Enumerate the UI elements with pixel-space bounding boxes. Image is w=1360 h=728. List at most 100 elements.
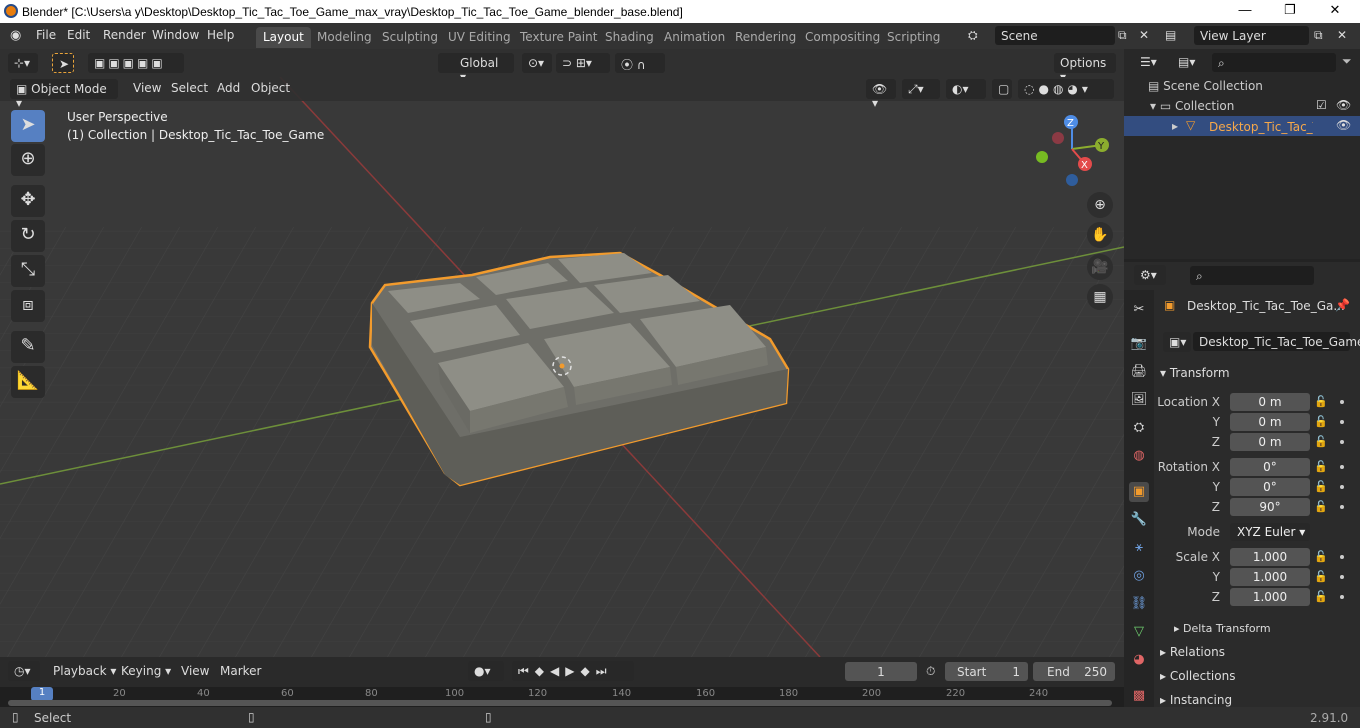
- overlay-toggle-icon[interactable]: ◐▾: [946, 79, 986, 99]
- scene-icon[interactable]: ⛭: [968, 28, 978, 43]
- lock-icon[interactable]: 🔓: [1314, 415, 1328, 428]
- timeline-keying-menu[interactable]: Keying ▾: [121, 664, 171, 678]
- keyframe-dot[interactable]: [1340, 465, 1344, 469]
- tab-compositing[interactable]: Compositing: [798, 27, 887, 48]
- object-row[interactable]: ▸ ▽ Desktop_Tic_Tac_Toe_Game 👁: [1124, 116, 1360, 136]
- move-tool-icon[interactable]: ✥: [11, 185, 45, 217]
- location-x-field[interactable]: 0 m: [1230, 393, 1310, 411]
- modifier-tab-icon[interactable]: 🔧: [1129, 510, 1149, 530]
- menu-file[interactable]: File: [36, 28, 56, 42]
- keyframe-dot[interactable]: [1340, 420, 1344, 424]
- tool-tab-icon[interactable]: ✂: [1129, 300, 1149, 320]
- object-mode-dropdown[interactable]: ▣ Object Mode ▾: [10, 79, 118, 110]
- lock-icon[interactable]: 🔓: [1314, 480, 1328, 493]
- tab-rendering[interactable]: Rendering: [728, 27, 803, 48]
- keyframe-dot[interactable]: [1340, 400, 1344, 404]
- timeline-playback-menu[interactable]: Playback ▾: [53, 664, 116, 678]
- delta-transform-header[interactable]: ▸ Delta Transform: [1168, 618, 1348, 640]
- tab-animation[interactable]: Animation: [657, 27, 732, 48]
- texture-tab-icon[interactable]: ▩: [1129, 686, 1149, 706]
- scene-field[interactable]: Scene: [995, 26, 1115, 45]
- viewport-menu-add[interactable]: Add: [217, 81, 240, 95]
- rotation-mode-dropdown[interactable]: XYZ Euler ▾: [1230, 523, 1310, 541]
- tab-sculpting[interactable]: Sculpting: [375, 27, 445, 48]
- remove-view-layer-icon[interactable]: ✕: [1337, 28, 1347, 42]
- scale-z-field[interactable]: 1.000: [1230, 588, 1310, 606]
- particles-tab-icon[interactable]: ⚹: [1129, 538, 1149, 558]
- snap-icon[interactable]: ⊃ ⊞▾: [556, 53, 610, 73]
- menu-help[interactable]: Help: [207, 28, 234, 42]
- lock-icon[interactable]: 🔓: [1314, 500, 1328, 513]
- pan-hand-icon[interactable]: ✋: [1087, 222, 1113, 248]
- constraints-tab-icon[interactable]: ⛓: [1129, 594, 1149, 614]
- new-scene-icon[interactable]: ⧉: [1118, 28, 1127, 43]
- transform-orientation-dropdown[interactable]: Global ▾: [438, 53, 514, 84]
- menu-edit[interactable]: Edit: [67, 28, 90, 42]
- options-dropdown[interactable]: Options ▾: [1054, 53, 1116, 84]
- camera-view-icon[interactable]: 🎥: [1087, 254, 1113, 280]
- data-tab-icon[interactable]: ▽: [1129, 622, 1149, 642]
- location-z-field[interactable]: 0 m: [1230, 433, 1310, 451]
- object-browse-icon[interactable]: ▣▾: [1163, 332, 1191, 352]
- view-layer-field[interactable]: View Layer: [1194, 26, 1309, 45]
- playback-controls[interactable]: ⏮◆◀▶◆⏭: [512, 661, 634, 681]
- location-y-field[interactable]: 0 m: [1230, 413, 1310, 431]
- physics-tab-icon[interactable]: ◎: [1129, 566, 1149, 586]
- tab-scripting[interactable]: Scripting: [880, 27, 947, 48]
- rotate-tool-icon[interactable]: ↻: [11, 220, 45, 252]
- blender-menu-icon[interactable]: ◉: [10, 28, 21, 43]
- gizmo-toggle-icon[interactable]: ⤢▾: [902, 79, 940, 99]
- scale-x-field[interactable]: 1.000: [1230, 548, 1310, 566]
- keyframe-dot[interactable]: [1340, 595, 1344, 599]
- pivot-point-icon[interactable]: ⊙▾: [522, 53, 552, 73]
- minimize-button[interactable]: —: [1230, 2, 1260, 20]
- remove-scene-icon[interactable]: ✕: [1139, 28, 1149, 42]
- properties-editor-icon[interactable]: ⚙▾: [1134, 265, 1166, 285]
- new-view-layer-icon[interactable]: ⧉: [1314, 28, 1323, 43]
- timeline-view-menu[interactable]: View: [181, 664, 209, 678]
- tab-texture-paint[interactable]: Texture Paint: [513, 27, 604, 48]
- keyframe-dot[interactable]: [1340, 505, 1344, 509]
- view-layer-icon[interactable]: ▤: [1165, 28, 1176, 42]
- lock-icon[interactable]: 🔓: [1314, 395, 1328, 408]
- viewport-menu-object[interactable]: Object: [251, 81, 290, 95]
- close-button[interactable]: ✕: [1320, 2, 1350, 20]
- tab-shading[interactable]: Shading: [598, 27, 661, 48]
- proportional-edit-icon[interactable]: ⦿ ∩: [615, 53, 665, 73]
- collections-header[interactable]: ▸ Collections: [1154, 665, 1360, 687]
- transform-tool-icon[interactable]: ⧈: [11, 290, 45, 322]
- zoom-icon[interactable]: ⊕: [1087, 192, 1113, 218]
- stopwatch-icon[interactable]: ⏱: [926, 664, 935, 679]
- editor-type-icon[interactable]: ⊹▾: [8, 53, 38, 73]
- rotation-x-field[interactable]: 0°: [1230, 458, 1310, 476]
- visibility-icon[interactable]: 👁▾: [866, 79, 896, 110]
- lock-icon[interactable]: 🔓: [1314, 435, 1328, 448]
- expand-arrow-icon[interactable]: ▸: [1172, 119, 1178, 133]
- menu-window[interactable]: Window: [152, 28, 199, 42]
- timeline-scrollbar[interactable]: [8, 700, 1112, 706]
- rotation-y-field[interactable]: 0°: [1230, 478, 1310, 496]
- end-frame-field[interactable]: End 250: [1033, 662, 1115, 681]
- object-name-field[interactable]: Desktop_Tic_Tac_Toe_Game: [1193, 332, 1360, 351]
- scale-y-field[interactable]: 1.000: [1230, 568, 1310, 586]
- scene-collection-row[interactable]: ▤ Scene Collection: [1148, 79, 1263, 93]
- view-layer-tab-icon[interactable]: 🖼: [1129, 390, 1149, 410]
- collection-checkbox-icon[interactable]: ☑: [1316, 98, 1327, 112]
- annotate-tool-icon[interactable]: ✎: [11, 331, 45, 363]
- timeline-ruler[interactable]: 1 20 40 60 80 100 120 140 160 180 200 22…: [0, 687, 1124, 707]
- collection-eye-icon[interactable]: 👁: [1336, 98, 1351, 112]
- relations-header[interactable]: ▸ Relations: [1154, 641, 1360, 663]
- viewport-menu-select[interactable]: Select: [171, 81, 208, 95]
- menu-render[interactable]: Render: [103, 28, 146, 42]
- viewport-menu-view[interactable]: View: [133, 81, 161, 95]
- lock-icon[interactable]: 🔓: [1314, 590, 1328, 603]
- scale-tool-icon[interactable]: ⤡: [11, 255, 45, 287]
- keyframe-dot[interactable]: [1340, 555, 1344, 559]
- lock-icon[interactable]: 🔓: [1314, 570, 1328, 583]
- select-box-icon[interactable]: ➤: [52, 53, 74, 73]
- xray-toggle-icon[interactable]: ▢: [992, 79, 1012, 99]
- collection-row[interactable]: ▾ ▭ Collection: [1150, 99, 1234, 113]
- world-tab-icon[interactable]: ◍: [1129, 446, 1149, 466]
- instancing-header[interactable]: ▸ Instancing: [1154, 689, 1360, 707]
- tab-modeling[interactable]: Modeling: [310, 27, 379, 48]
